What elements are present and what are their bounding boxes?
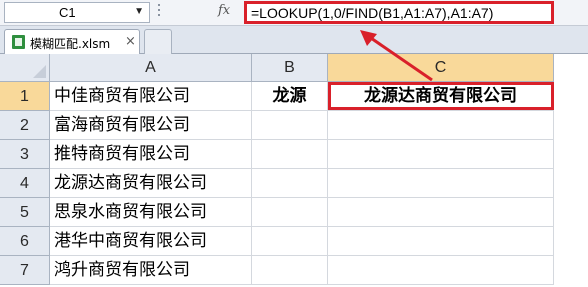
cell-a2[interactable]: 富海商贸有限公司 [50, 111, 252, 140]
name-box[interactable]: C1 ▼ [4, 2, 150, 23]
select-all-corner[interactable] [0, 54, 50, 82]
cell-b6[interactable] [252, 227, 328, 256]
cell-b3[interactable] [252, 140, 328, 169]
row-header[interactable]: 5 [0, 198, 50, 227]
formula-text: =LOOKUP(1,0/FIND(B1,A1:A7),A1:A7) [251, 5, 494, 21]
cell-b5[interactable] [252, 198, 328, 227]
close-icon[interactable]: × [125, 34, 136, 49]
cell-c1[interactable]: 龙源达商贸有限公司 [328, 82, 554, 111]
column-header-c[interactable]: C [328, 54, 554, 82]
workbook-tab[interactable]: 模糊匹配.xlsm × [4, 29, 140, 54]
name-box-value: C1 [59, 5, 76, 20]
cell-a1[interactable]: 中佳商贸有限公司 [50, 82, 252, 111]
row-header[interactable]: 1 [0, 82, 50, 111]
formula-input[interactable]: =LOOKUP(1,0/FIND(B1,A1:A7),A1:A7) [244, 1, 554, 24]
cell-b2[interactable] [252, 111, 328, 140]
insert-function-icon[interactable]: fx [218, 3, 230, 18]
cell-a6[interactable]: 港华中商贸有限公司 [50, 227, 252, 256]
workbook-tab-label: 模糊匹配.xlsm [30, 37, 111, 51]
formula-bar: C1 ▼ fx =LOOKUP(1,0/FIND(B1,A1:A7),A1:A7… [0, 0, 588, 26]
chevron-down-icon[interactable]: ▼ [134, 6, 144, 17]
cell-a4[interactable]: 龙源达商贸有限公司 [50, 169, 252, 198]
workbook-tab-strip: 模糊匹配.xlsm × [0, 26, 588, 54]
cell-a7[interactable]: 鸿升商贸有限公司 [50, 256, 252, 285]
cell-c2[interactable] [328, 111, 554, 140]
drag-handle-icon[interactable] [157, 4, 161, 21]
excel-file-icon [12, 35, 25, 49]
row-header[interactable]: 4 [0, 169, 50, 198]
cell-b1[interactable]: 龙源 [252, 82, 328, 111]
row-header[interactable]: 6 [0, 227, 50, 256]
cell-a5[interactable]: 思泉水商贸有限公司 [50, 198, 252, 227]
column-header-a[interactable]: A [50, 54, 252, 82]
column-header-b[interactable]: B [252, 54, 328, 82]
cell-c4[interactable] [328, 169, 554, 198]
cell-c3[interactable] [328, 140, 554, 169]
cell-b4[interactable] [252, 169, 328, 198]
cell-c6[interactable] [328, 227, 554, 256]
new-tab-button[interactable] [144, 29, 172, 54]
row-header[interactable]: 3 [0, 140, 50, 169]
spreadsheet-grid: A B C 1 中佳商贸有限公司 龙源 龙源达商贸有限公司 2 富海商贸有限公司 3 推特商贸有限公… [0, 54, 588, 287]
row-header[interactable]: 2 [0, 111, 50, 140]
cell-a3[interactable]: 推特商贸有限公司 [50, 140, 252, 169]
row-header[interactable]: 7 [0, 256, 50, 285]
cell-b7[interactable] [252, 256, 328, 285]
cell-c7[interactable] [328, 256, 554, 285]
cell-c5[interactable] [328, 198, 554, 227]
